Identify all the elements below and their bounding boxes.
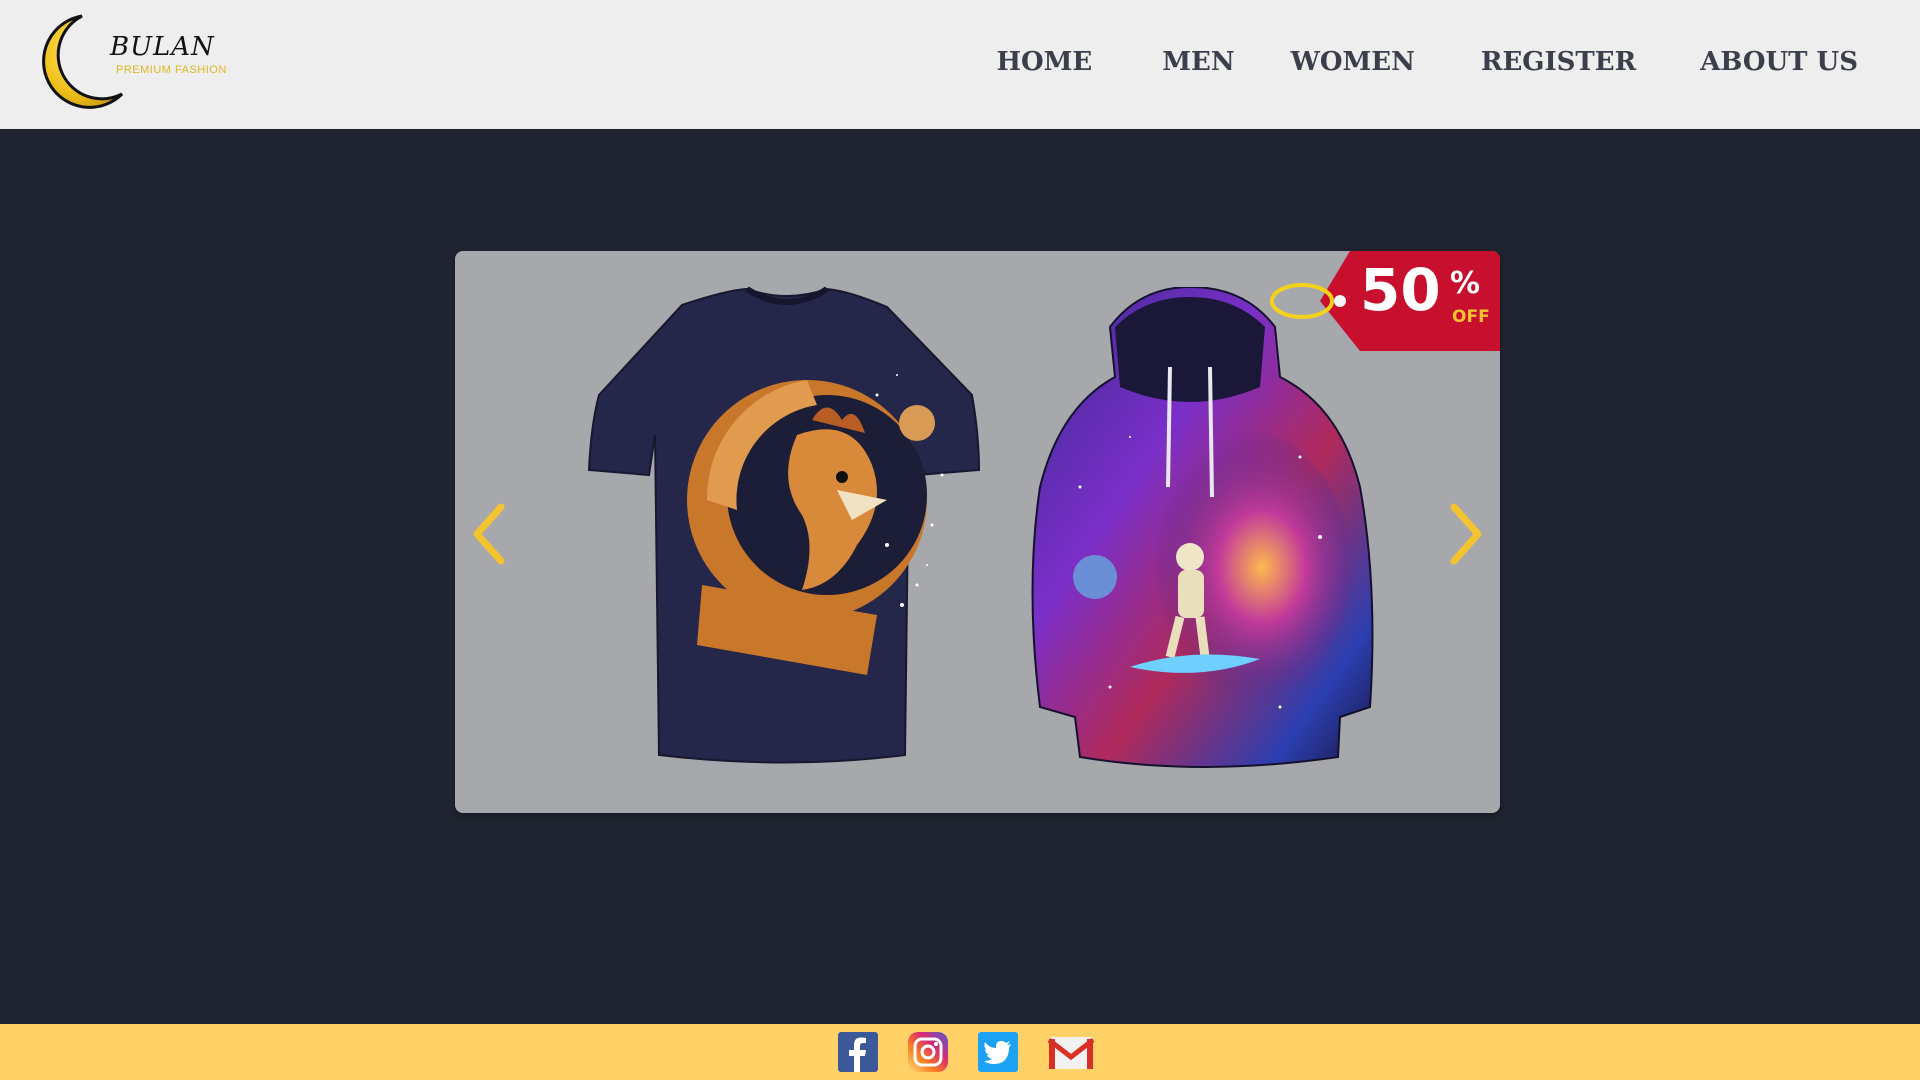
sale-badge: 50 % OFF	[1260, 251, 1500, 351]
crescent-moon-icon	[42, 14, 124, 109]
brand-logo[interactable]: BULAN PREMIUM FASHION	[30, 12, 250, 112]
gmail-icon[interactable]	[1047, 1032, 1095, 1072]
nav-item-about-us[interactable]: ABOUT US	[1700, 47, 1858, 77]
discount-off-label: OFF	[1452, 307, 1490, 327]
chevron-right-icon[interactable]	[1440, 499, 1490, 569]
site-header: BULAN PREMIUM FASHION HOME MEN WOMEN REG…	[0, 0, 1920, 129]
nav-item-women[interactable]: WOMEN	[1291, 47, 1415, 77]
instagram-icon[interactable]	[908, 1032, 948, 1072]
discount-percent-sign: %	[1450, 266, 1481, 301]
nav-item-register[interactable]: REGISTER	[1481, 47, 1636, 77]
product-carousel: 50 % OFF	[455, 251, 1500, 813]
social-links	[838, 1032, 1095, 1072]
brand-name: BULAN	[110, 32, 215, 62]
galaxy-surfer-hoodie-image[interactable]	[1020, 287, 1380, 777]
discount-percent: 50	[1360, 256, 1441, 324]
brand-tagline: PREMIUM FASHION	[116, 64, 227, 76]
chevron-left-icon[interactable]	[465, 499, 515, 569]
astronaut-rooster-tshirt-image[interactable]	[587, 285, 982, 775]
nav-item-home[interactable]: HOME	[996, 47, 1092, 77]
facebook-icon[interactable]	[838, 1032, 878, 1072]
twitter-icon[interactable]	[978, 1032, 1018, 1072]
nav-item-men[interactable]: MEN	[1162, 47, 1234, 77]
main-nav: HOME MEN WOMEN REGISTER ABOUT US	[996, 42, 1858, 82]
site-footer	[0, 1024, 1920, 1080]
